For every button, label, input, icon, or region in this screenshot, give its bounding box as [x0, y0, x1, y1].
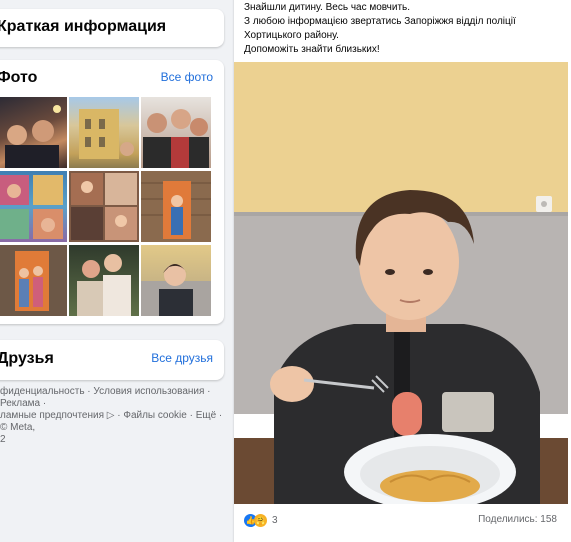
see-all-photos-link[interactable]: Все фото — [161, 70, 213, 84]
footer-line-2[interactable]: ламные предпочтения ▷ · Файлы cookie · Е… — [0, 410, 222, 433]
footer-links: фиденциальность · Условия использования … — [0, 386, 224, 446]
photo-thumbnail[interactable] — [69, 171, 139, 242]
reaction-count: 3 — [272, 514, 278, 526]
photo-thumbnail[interactable] — [0, 245, 67, 316]
post-photo[interactable] — [234, 62, 568, 504]
friends-card: Друзья Все друзья — [0, 340, 224, 380]
photos-title: Фото — [0, 69, 38, 86]
care-reaction-icon: 🤗 — [254, 513, 267, 527]
photo-thumbnail[interactable] — [0, 97, 67, 168]
photo-thumbnail[interactable] — [141, 245, 211, 316]
photo-thumbnail[interactable] — [141, 97, 211, 168]
friends-title: Друзья — [0, 350, 54, 367]
photo-thumbnail[interactable] — [69, 97, 139, 168]
footer-line-1[interactable]: фиденциальность · Условия использования … — [0, 386, 211, 409]
intro-card: Краткая информация — [0, 9, 224, 47]
photo-thumbnail[interactable] — [69, 245, 139, 316]
post-text-line: З любою інформацією звертатись Запоріжжя… — [244, 16, 516, 27]
footer-line-3: 2 — [0, 434, 6, 445]
post-text: Знайшли дитину. Весь час мовчить. З любо… — [244, 1, 564, 57]
post-text-line: Знайшли дитину. Весь час мовчить. — [244, 2, 411, 13]
intro-title: Краткая информация — [0, 18, 167, 35]
see-all-friends-link[interactable]: Все друзья — [151, 351, 213, 365]
photo-thumbnail[interactable] — [141, 171, 211, 242]
reaction-summary[interactable]: 👍 🤗 3 — [244, 513, 278, 527]
post-text-line: Хортицького району. — [244, 30, 339, 41]
post-text-line: Допоможіть знайти близьких! — [244, 44, 380, 55]
shares-count[interactable]: Поделились: 158 — [478, 514, 557, 525]
photos-card: Фото Все фото — [0, 60, 224, 324]
photo-thumbnail[interactable] — [0, 171, 67, 242]
